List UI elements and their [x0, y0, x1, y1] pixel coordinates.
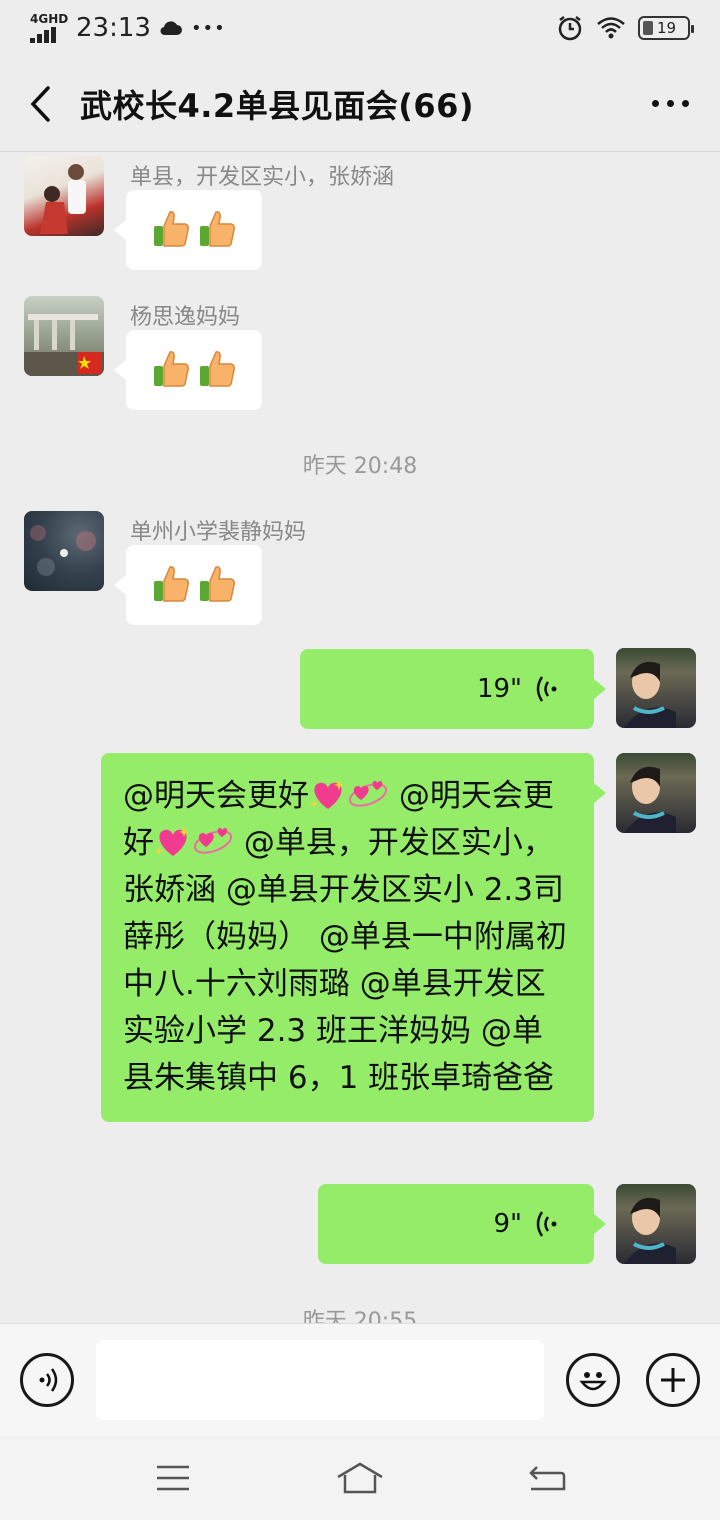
input-bar: [0, 1323, 720, 1436]
voice-wave-icon: [536, 676, 557, 702]
wifi-icon: [597, 17, 625, 39]
home-icon: [337, 1462, 383, 1494]
add-attachment-button[interactable]: [646, 1353, 700, 1407]
voice-wave-icon: [536, 1211, 557, 1237]
chat-area[interactable]: 单县，开发区实小，张娇涵 杨思逸妈妈 昨天 20:48 单州小学裴静妈妈 19"…: [0, 153, 720, 1323]
sender-name: 单州小学裴静妈妈: [130, 520, 307, 545]
voice-icon: [39, 1368, 58, 1392]
plus-icon: [661, 1368, 685, 1392]
return-icon: [528, 1466, 565, 1491]
message-input[interactable]: [96, 1340, 544, 1420]
battery-icon: 19: [638, 16, 694, 40]
avatar[interactable]: [24, 511, 104, 591]
signal-icon: 4GHD: [30, 13, 68, 43]
sparkling-heart-icon: [155, 827, 189, 856]
voice-duration: 9": [493, 1209, 522, 1239]
title-bar: 武校长4.2单县见面会(66): [0, 56, 720, 152]
back-nav-button[interactable]: [517, 1453, 577, 1503]
home-button[interactable]: [330, 1453, 390, 1503]
message-bubble[interactable]: [114, 545, 262, 625]
thumbs-up-icon: [200, 566, 235, 602]
timestamp: 昨天 20:55: [302, 1309, 418, 1323]
chevron-left-icon: [30, 85, 50, 122]
thumbs-up-icon: [200, 211, 235, 247]
thumbs-up-icon: [154, 211, 189, 247]
chat-title: 武校长4.2单县见面会(66): [80, 86, 474, 125]
thumbs-up-icon: [200, 351, 235, 387]
system-nav-bar: [0, 1436, 720, 1520]
cloud-icon: [160, 21, 182, 36]
self-avatar[interactable]: [616, 1184, 696, 1264]
status-bar: 4GHD 23:13 ••• 19: [0, 0, 720, 56]
timestamp: 昨天 20:48: [302, 454, 418, 479]
message-text: @明天会更好 @明天会更好 @单县，开发区实小，张娇涵 @单县开发区实小 2.3…: [123, 778, 567, 1096]
avatar[interactable]: [24, 296, 104, 376]
voice-message-bubble[interactable]: 9": [318, 1184, 606, 1264]
status-time: 23:13: [76, 13, 151, 43]
voice-message-bubble[interactable]: 19": [300, 649, 606, 729]
revolving-hearts-icon: [193, 828, 233, 854]
sender-name: 杨思逸妈妈: [130, 305, 241, 330]
smiley-icon: [579, 1372, 607, 1391]
revolving-hearts-icon: [348, 781, 388, 807]
voice-duration: 19": [476, 674, 522, 704]
more-notifications-icon: •••: [190, 17, 226, 39]
text-message-bubble[interactable]: @明天会更好 @明天会更好 @单县，开发区实小，张娇涵 @单县开发区实小 2.3…: [101, 753, 606, 1122]
thumbs-up-icon: [154, 351, 189, 387]
thumbs-up-icon: [154, 566, 189, 602]
voice-input-button[interactable]: [20, 1353, 74, 1407]
avatar[interactable]: [24, 156, 104, 236]
recent-apps-button[interactable]: [143, 1453, 203, 1503]
message-bubble[interactable]: [114, 190, 262, 270]
back-button[interactable]: [0, 56, 80, 152]
menu-icon: [157, 1465, 190, 1491]
alarm-icon: [558, 16, 582, 41]
self-avatar[interactable]: [616, 753, 696, 833]
emoji-button[interactable]: [566, 1353, 620, 1407]
more-options-button[interactable]: [620, 56, 720, 152]
sparkling-heart-icon: [310, 780, 344, 809]
message-bubble[interactable]: [114, 330, 262, 410]
self-avatar[interactable]: [616, 648, 696, 728]
sender-name: 单县，开发区实小，张娇涵: [130, 165, 395, 190]
